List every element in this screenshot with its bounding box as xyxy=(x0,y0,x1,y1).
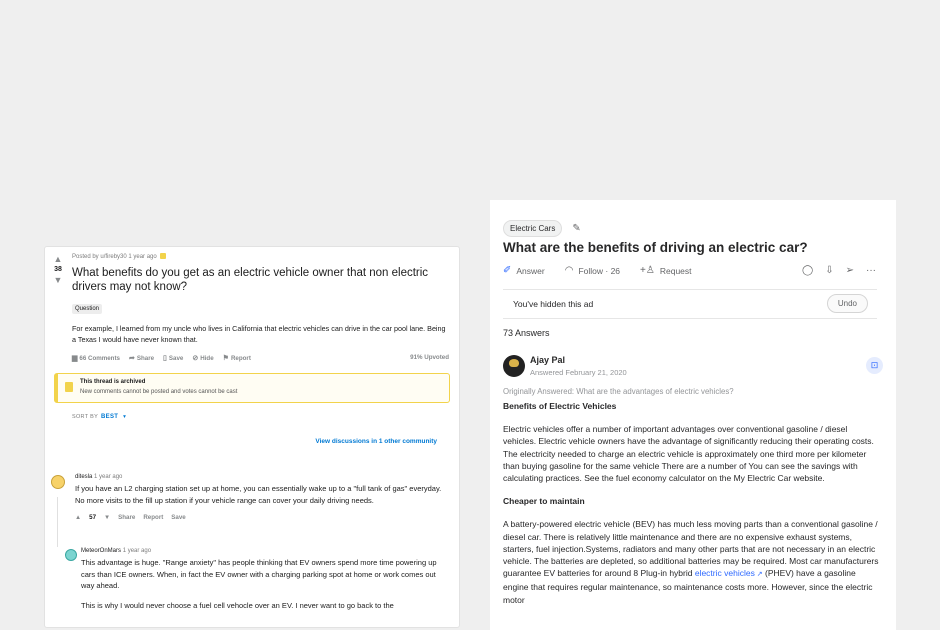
add-person-icon: +♙ xyxy=(640,265,655,276)
hide-icon: ⊘ xyxy=(192,355,199,362)
chevron-down-icon: ▾ xyxy=(123,414,127,420)
hidden-ad-text: You've hidden this ad xyxy=(513,299,594,309)
upvote-icon[interactable]: ▲ xyxy=(75,514,81,521)
question-title[interactable]: What are the benefits of driving an elec… xyxy=(503,240,883,255)
upvoted-percentage: 91% Upvoted xyxy=(410,354,449,361)
answer-content: Benefits of Electric Vehicles Electric v… xyxy=(503,400,881,617)
answer-heading-2: Cheaper to maintain xyxy=(503,496,585,507)
bookmark-icon: ▯ xyxy=(163,355,167,362)
answer-paragraph-1: Electric vehicles offer a number of impo… xyxy=(503,424,874,484)
archived-text: New comments cannot be posted and votes … xyxy=(80,389,238,395)
comments-button[interactable]: ▆ 66 Comments xyxy=(72,354,120,362)
flag-icon: ⚑ xyxy=(222,355,229,362)
topic-row: Electric Cars ✎ xyxy=(503,220,581,237)
reddit-post-card: ▲ 38 ▼ Posted by u/fireby30 1 year ago W… xyxy=(44,246,460,628)
hide-button[interactable]: ⊘ Hide xyxy=(192,354,213,362)
rss-icon: ◠ xyxy=(564,265,574,276)
award-icon xyxy=(159,253,166,259)
answer-date[interactable]: Answered February 21, 2020 xyxy=(530,368,627,377)
downvote-icon[interactable]: ⇩ xyxy=(825,265,833,276)
answer-paragraph-2: A battery-powered electric vehicle (BEV)… xyxy=(503,518,881,605)
hidden-ad-bar: You've hidden this ad Undo xyxy=(503,289,877,319)
downvote-icon[interactable]: ▼ xyxy=(104,514,110,521)
question-actions: ✐ Answer ◠ Follow · 26 +♙ Request ◯ ⇩ ➢ ··· xyxy=(503,265,876,276)
view-discussions-link[interactable]: View discussions in 1 other community xyxy=(315,438,437,445)
vote-column: ▲ 38 ▼ xyxy=(50,254,66,286)
comment-author[interactable]: MeteorOnMars xyxy=(81,548,121,554)
comment-time: 1 year ago xyxy=(94,474,123,480)
more-icon[interactable]: ··· xyxy=(866,265,876,276)
post-body: Posted by u/fireby30 1 year ago What ben… xyxy=(72,253,449,362)
comment: ditesla 1 year ago If you have an L2 cha… xyxy=(51,473,449,521)
post-meta: Posted by u/fireby30 1 year ago xyxy=(72,253,449,262)
comment-report-button[interactable]: Report xyxy=(143,514,163,521)
answer-button[interactable]: ✐ Answer xyxy=(503,265,545,276)
share-icon: ➦ xyxy=(128,355,135,362)
follow-button[interactable]: ◠ Follow · 26 xyxy=(565,265,620,276)
comment-score: 57 xyxy=(89,514,97,521)
post-actions: ▆ 66 Comments ➦ Share ▯ Save ⊘ Hide ⚑ Report … xyxy=(72,354,449,362)
sort-dropdown[interactable]: SORT BY BEST ▾ xyxy=(72,414,126,420)
comment-text: If you have an L2 charging station set u… xyxy=(75,484,442,505)
comment-text-continued: This is why I would never choose a fuel … xyxy=(81,600,394,610)
answer-heading-1: Benefits of Electric Vehicles xyxy=(503,401,617,411)
comment-text: This advantage is huge. "Range anxiety" … xyxy=(81,558,437,590)
share-button[interactable]: ➦ Share xyxy=(129,354,154,362)
answer-author: Ajay Pal Answered February 21, 2020 ⊡ xyxy=(503,355,883,381)
comment-icon: ▆ xyxy=(72,355,78,362)
hide-label: Hide xyxy=(200,355,214,362)
archived-notice: This thread is archived New comments can… xyxy=(54,373,450,403)
answers-count: 73 Answers xyxy=(503,328,550,338)
comment-meta: MeteorOnMars 1 year ago xyxy=(81,547,449,556)
report-label: Report xyxy=(230,355,251,362)
comment-share-button[interactable]: Share xyxy=(118,514,135,521)
answer-label: Answer xyxy=(516,265,545,276)
originally-answered[interactable]: Originally Answered: What are the advant… xyxy=(503,387,734,396)
undo-button[interactable]: Undo xyxy=(826,294,868,313)
answer-pen-icon: ✐ xyxy=(503,265,512,276)
save-button[interactable]: ▯ Save xyxy=(163,354,183,362)
archive-icon xyxy=(65,382,73,392)
save-label: Save xyxy=(168,355,184,362)
comment: MeteorOnMars 1 year ago This advantage i… xyxy=(65,547,449,611)
comment-meta: ditesla 1 year ago xyxy=(75,473,449,482)
avatar[interactable] xyxy=(503,355,525,377)
comment-time: 1 year ago xyxy=(122,548,152,554)
post-score: 38 xyxy=(54,266,62,273)
downvote-icon[interactable]: ▼ xyxy=(50,275,66,286)
follow-label: Follow · 26 xyxy=(578,265,621,276)
comment-save-button[interactable]: Save xyxy=(171,514,185,521)
external-link-icon: ↗ xyxy=(754,571,763,579)
archived-title: This thread is archived xyxy=(80,379,146,385)
topic-tag[interactable]: Electric Cars xyxy=(503,220,563,237)
post-text: For example, I learned from my uncle who… xyxy=(72,324,446,344)
report-button[interactable]: ⚑ Report xyxy=(223,354,251,362)
request-button[interactable]: +♙ Request xyxy=(640,265,691,276)
avatar[interactable] xyxy=(65,549,77,561)
sort-label: SORT BY xyxy=(72,414,99,420)
bookmark-icon[interactable]: ⊡ xyxy=(866,357,883,374)
post-title[interactable]: What benefits do you get as an electric … xyxy=(72,266,449,294)
electric-vehicles-link[interactable]: electric vehicles xyxy=(695,568,755,578)
comment-author[interactable]: ditesla xyxy=(75,474,92,480)
comment-icon[interactable]: ◯ xyxy=(802,265,813,276)
upvote-icon[interactable]: ▲ xyxy=(50,254,66,265)
post-meta-text[interactable]: Posted by u/fireby30 1 year ago xyxy=(72,254,157,260)
quora-question-card: Electric Cars ✎ What are the benefits of… xyxy=(490,200,896,630)
avatar[interactable] xyxy=(51,475,65,489)
comments-label: 66 Comments xyxy=(79,355,120,362)
share-icon[interactable]: ➢ xyxy=(846,265,854,276)
sort-value: BEST xyxy=(101,414,119,420)
comment-actions: ▲ 57 ▼ Share Report Save xyxy=(75,514,449,521)
post-flair[interactable]: Question xyxy=(72,304,103,314)
request-label: Request xyxy=(659,265,692,276)
share-label: Share xyxy=(136,355,155,362)
author-name[interactable]: Ajay Pal xyxy=(530,355,565,365)
edit-pencil-icon[interactable]: ✎ xyxy=(572,223,580,234)
